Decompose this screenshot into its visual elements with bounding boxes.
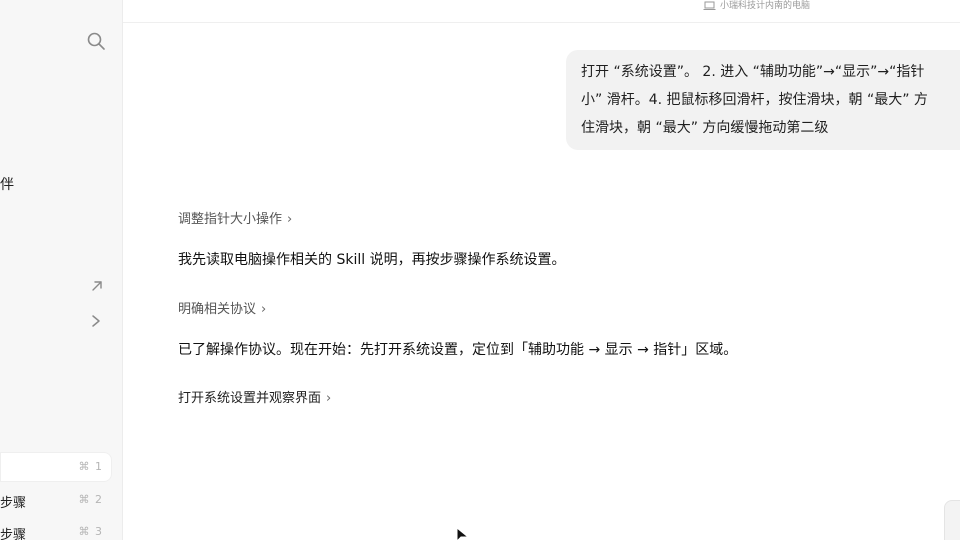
chevron-right-icon[interactable] (89, 313, 103, 329)
step-toggle-adjust-pointer[interactable]: 调整指针大小操作 › (178, 208, 292, 227)
sidebar-item-label: 步骤 (0, 496, 27, 511)
sidebar-item-2[interactable]: 步骤 ⌘ 2 (0, 485, 112, 515)
user-message-line: 打开 “系统设置”。 2. 进入 “辅助功能”→“显示”→“指针 (581, 64, 925, 80)
arrow-up-right-icon[interactable] (89, 278, 105, 294)
sidebar: 伴 ⌘ 1 步骤 ⌘ 2 步骤 ⌘ 3 (0, 0, 123, 540)
mouse-cursor-icon (456, 528, 470, 540)
user-message-line: 小” 滑杆。4. 把鼠标移回滑杆，按住滑块，朝 “最大” 方 (581, 92, 928, 108)
assistant-message: 我先读取电脑操作相关的 Skill 说明，再按步骤操作系统设置。 (178, 252, 566, 268)
top-bar: 小瑞科技计内南的电脑 (123, 0, 960, 23)
sidebar-item-label: 步骤 (0, 528, 27, 540)
chevron-right-icon: › (287, 212, 293, 227)
step-toggle-protocol[interactable]: 明确相关协议 › (178, 298, 266, 317)
step-label: 打开系统设置并观察界面 (178, 391, 322, 406)
chevron-right-icon: › (261, 302, 267, 317)
sidebar-item-shortcut: ⌘ 3 (78, 525, 103, 538)
sidebar-item-shortcut: ⌘ 2 (78, 493, 103, 506)
sidebar-truncated-label: 伴 (0, 177, 14, 193)
search-icon[interactable] (86, 31, 106, 51)
sidebar-item-shortcut: ⌘ 1 (78, 460, 103, 473)
chevron-right-icon: › (326, 391, 332, 406)
sidebar-item-3[interactable]: 步骤 ⌘ 3 (0, 517, 112, 540)
device-label: 小瑞科技计内南的电脑 (720, 1, 811, 11)
app-window: 伴 ⌘ 1 步骤 ⌘ 2 步骤 ⌘ 3 小瑞科技计内南的电脑 打开 “系统设置”… (0, 0, 960, 540)
step-label: 调整指针大小操作 (178, 212, 283, 227)
assistant-message: 已了解操作协议。现在开始：先打开系统设置，定位到「辅助功能 → 显示 → 指针」… (178, 342, 738, 358)
user-message-bubble: 打开 “系统设置”。 2. 进入 “辅助功能”→“显示”→“指针 小” 滑杆。4… (566, 50, 960, 150)
step-label: 明确相关协议 (178, 302, 257, 317)
laptop-icon (703, 1, 716, 10)
floating-widget[interactable] (944, 500, 960, 540)
sidebar-item-1[interactable]: ⌘ 1 (0, 452, 112, 482)
step-toggle-open-settings[interactable]: 打开系统设置并观察界面 › (178, 387, 331, 406)
user-message-line: 住滑块，朝 “最大” 方向缓慢拖动第二级 (581, 120, 829, 136)
